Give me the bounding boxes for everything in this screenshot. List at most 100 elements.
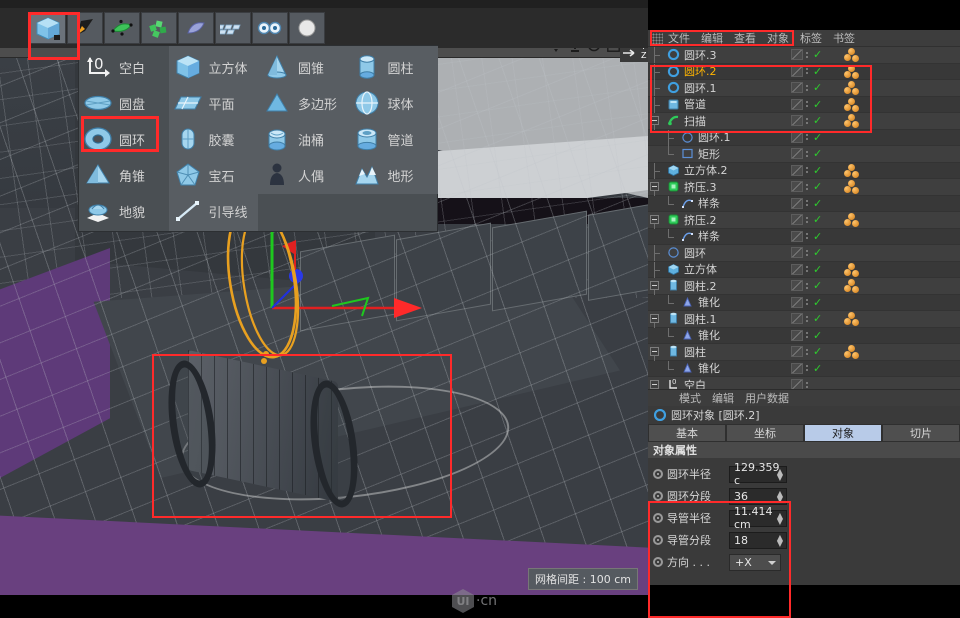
stepper-icon[interactable]: ▲▼ [777,491,783,503]
expander-icon[interactable] [650,380,659,389]
flyout-item-terrain[interactable]: 地形 [348,157,438,193]
visibility-dots-icon[interactable] [806,382,810,388]
display-tag-icon[interactable] [791,313,803,324]
om-row-tags[interactable]: ✓ [791,245,822,261]
om-row[interactable]: 锥化✓ [648,328,960,345]
radio-icon[interactable] [653,491,663,501]
visibility-dots-icon[interactable] [806,349,810,355]
om-row-tags[interactable]: ✓ [791,229,822,245]
om-row[interactable]: 圆环.2✓ [648,64,960,81]
attr-menu-mode[interactable]: 模式 [679,390,701,406]
enabled-check-icon[interactable]: ✓ [813,148,822,159]
visibility-dots-icon[interactable] [806,316,810,322]
om-row[interactable]: 挤压.2✓ [648,212,960,229]
expander-icon[interactable] [650,314,659,323]
enabled-check-icon[interactable]: ✓ [813,49,822,60]
display-tag-icon[interactable] [791,264,803,275]
tab-object[interactable]: 对象 [804,424,882,442]
expander-icon[interactable] [650,347,659,356]
material-tag-icon[interactable] [844,65,860,80]
visibility-dots-icon[interactable] [806,233,810,239]
tab-basic[interactable]: 基本 [648,424,726,442]
flyout-item-platonic[interactable]: 宝石 [169,157,259,193]
om-row-tags[interactable]: ✓ [791,344,822,360]
toolbar-button-generators[interactable] [104,12,140,44]
display-tag-icon[interactable] [791,165,803,176]
om-row-tags[interactable]: ✓ [791,295,822,311]
flyout-item-tube[interactable]: 管道 [348,121,438,157]
toolbar-button-mograph[interactable] [252,12,288,44]
stepper-icon[interactable]: ▲▼ [777,469,783,481]
radio-icon[interactable] [653,535,663,545]
om-row[interactable]: 锥化✓ [648,295,960,312]
expander-icon[interactable] [650,281,659,290]
pipe-segments-input[interactable]: 18 ▲▼ [729,532,787,549]
visibility-dots-icon[interactable] [806,68,810,74]
ring-radius-input[interactable]: 129.359 c ▲▼ [729,466,787,483]
display-tag-icon[interactable] [791,280,803,291]
om-row[interactable]: 样条✓ [648,229,960,246]
toolbar-button-light[interactable] [289,12,325,44]
visibility-dots-icon[interactable] [806,167,810,173]
radio-icon[interactable] [653,469,663,479]
material-tag-icon[interactable] [844,213,860,228]
display-tag-icon[interactable] [791,148,803,159]
display-tag-icon[interactable] [791,115,803,126]
om-row[interactable]: 锥化✓ [648,361,960,378]
om-row[interactable]: 挤压.3✓ [648,179,960,196]
visibility-dots-icon[interactable] [806,118,810,124]
display-tag-icon[interactable] [791,379,803,389]
enabled-check-icon[interactable]: ✓ [813,181,822,192]
visibility-dots-icon[interactable] [806,151,810,157]
om-row-tags[interactable]: ✓ [791,212,822,228]
expander-icon[interactable] [650,182,659,191]
field-pipe-radius[interactable]: 导管半径 11.414 cm ▲▼ [653,507,960,529]
field-ring-segments[interactable]: 圆环分段 36 ▲▼ [653,485,960,507]
om-menu-object[interactable]: 对象 [767,30,789,46]
material-tag-icon[interactable] [844,98,860,113]
om-menu-bookmark[interactable]: 书签 [833,30,855,46]
display-tag-icon[interactable] [791,198,803,209]
orientation-dropdown[interactable]: +X [729,554,781,571]
field-orientation[interactable]: 方向 . . . +X [653,551,960,573]
attribute-tabs[interactable]: 基本 坐标 对象 切片 [648,424,960,442]
enabled-check-icon[interactable]: ✓ [813,247,822,258]
om-row[interactable]: 圆环.1✓ [648,130,960,147]
flyout-item-plane[interactable]: 平面 [169,85,259,121]
enabled-check-icon[interactable]: ✓ [813,165,822,176]
material-tag-icon[interactable] [844,48,860,63]
visibility-dots-icon[interactable] [806,85,810,91]
om-row-tags[interactable]: ✓ [791,113,822,129]
attribute-manager-menubar[interactable]: 模式 编辑 用户数据 [648,389,960,406]
enabled-check-icon[interactable]: ✓ [813,231,822,242]
display-tag-icon[interactable] [791,82,803,93]
material-tag-icon[interactable] [844,312,860,327]
attribute-fields[interactable]: 圆环半径 129.359 c ▲▼ 圆环分段 36 ▲▼ [648,458,960,573]
object-manager-list[interactable]: 圆环.3✓圆环.2✓圆环.1✓管道✓扫描✓圆环.1✓矩形✓立方体.2✓挤压.3✓… [648,47,960,389]
radio-icon[interactable] [653,557,663,567]
visibility-dots-icon[interactable] [806,283,810,289]
om-menu-file[interactable]: 文件 [668,30,690,46]
enabled-check-icon[interactable]: ✓ [813,280,822,291]
flyout-item-cube[interactable]: 立方体 [169,49,259,85]
ring-segments-input[interactable]: 36 ▲▼ [729,488,787,505]
om-row[interactable]: 0空白 [648,377,960,389]
material-tag-icon[interactable] [844,279,860,294]
display-tag-icon[interactable] [791,297,803,308]
toolbar-button-array[interactable] [215,12,251,44]
flyout-item-null[interactable]: 0 空白 [79,49,169,85]
pipe-radius-input[interactable]: 11.414 cm ▲▼ [729,510,787,527]
enabled-check-icon[interactable]: ✓ [813,346,822,357]
expander-icon[interactable] [650,116,659,125]
toolbar-button-scene-objects[interactable] [178,12,214,44]
om-row-tags[interactable]: ✓ [791,278,822,294]
material-tag-icon[interactable] [844,81,860,96]
flyout-item-pyramid[interactable]: 角锥 [79,157,169,193]
material-tag-icon[interactable] [844,114,860,129]
om-row-tags[interactable]: ✓ [791,328,822,344]
enabled-check-icon[interactable]: ✓ [813,313,822,324]
flyout-item-cone[interactable]: 圆锥 [258,49,348,85]
om-row-tags[interactable]: ✓ [791,130,822,146]
om-row[interactable]: 圆环.1✓ [648,80,960,97]
tab-coord[interactable]: 坐标 [726,424,804,442]
